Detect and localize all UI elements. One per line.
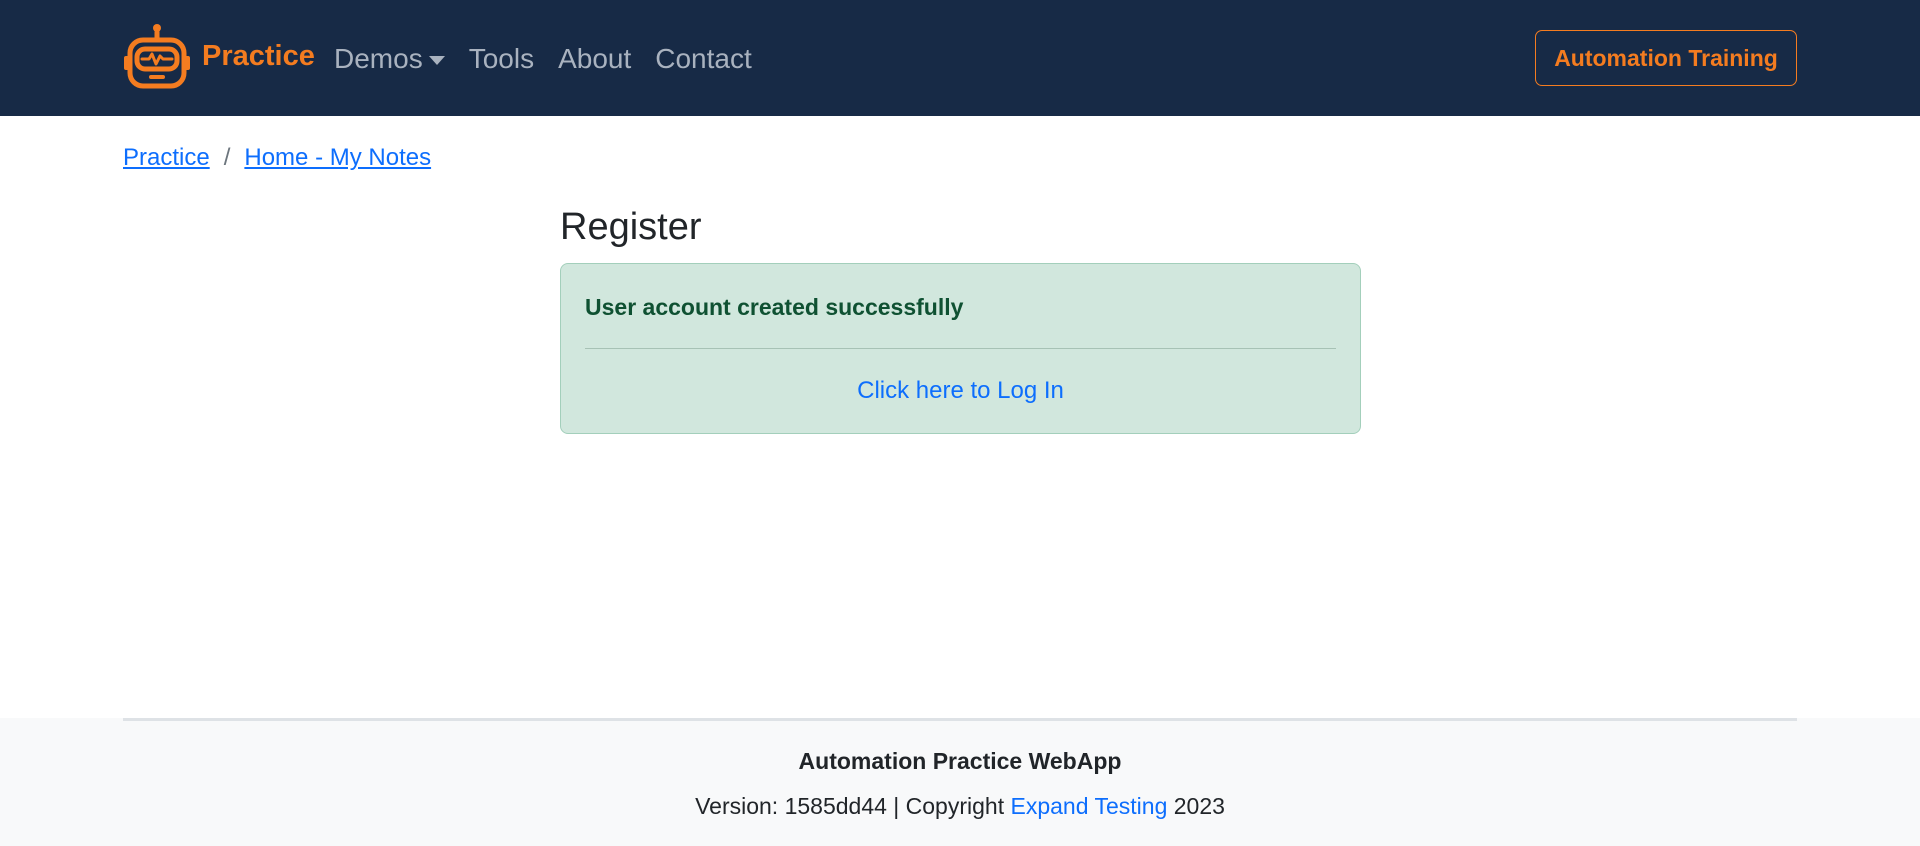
breadcrumb: Practice / Home - My Notes bbox=[123, 144, 431, 172]
nav-link-label: Tools bbox=[468, 43, 535, 74]
nav-link-tools[interactable]: Tools bbox=[469, 38, 534, 80]
nav-link-demos[interactable]: Demos bbox=[334, 38, 445, 80]
copyright-year: 2023 bbox=[1167, 793, 1225, 819]
automation-training-button[interactable]: Automation Training bbox=[1535, 30, 1797, 86]
caret-down-icon bbox=[428, 55, 445, 65]
top-navbar: Practice Demos Tools About Contact Autom… bbox=[0, 0, 1920, 116]
footer-version: Version: 1585dd44 | Copyright Expand Tes… bbox=[0, 793, 1920, 820]
footer-divider bbox=[123, 718, 1797, 721]
page-title: Register bbox=[560, 206, 702, 248]
robot-icon bbox=[122, 22, 192, 90]
footer-title: Automation Practice WebApp bbox=[798, 748, 1122, 774]
breadcrumb-link-practice[interactable]: Practice bbox=[123, 144, 210, 172]
version-text: Version: 1585dd44 | Copyright bbox=[695, 793, 1011, 819]
breadcrumb-separator: / bbox=[223, 144, 231, 171]
success-alert: User account created successfully Click … bbox=[560, 263, 1361, 434]
login-link[interactable]: Click here to Log In bbox=[561, 377, 1360, 405]
nav-link-about[interactable]: About bbox=[558, 38, 631, 80]
breadcrumb-link-home-my-notes[interactable]: Home - My Notes bbox=[244, 144, 431, 172]
nav-link-label: Contact bbox=[655, 43, 752, 74]
nav-link-contact[interactable]: Contact bbox=[655, 38, 752, 80]
nav-link-label: About bbox=[558, 43, 632, 74]
brand-link[interactable]: Practice bbox=[122, 22, 315, 90]
alert-heading: User account created successfully bbox=[585, 294, 964, 320]
footer: Automation Practice WebApp Version: 1585… bbox=[0, 718, 1920, 846]
brand-label: Practice bbox=[202, 39, 315, 72]
nav-link-label: Demos bbox=[334, 43, 423, 74]
alert-divider bbox=[585, 348, 1336, 349]
nav-menu: Demos Tools About Contact bbox=[334, 38, 776, 80]
expand-testing-link[interactable]: Expand Testing bbox=[1011, 793, 1168, 819]
